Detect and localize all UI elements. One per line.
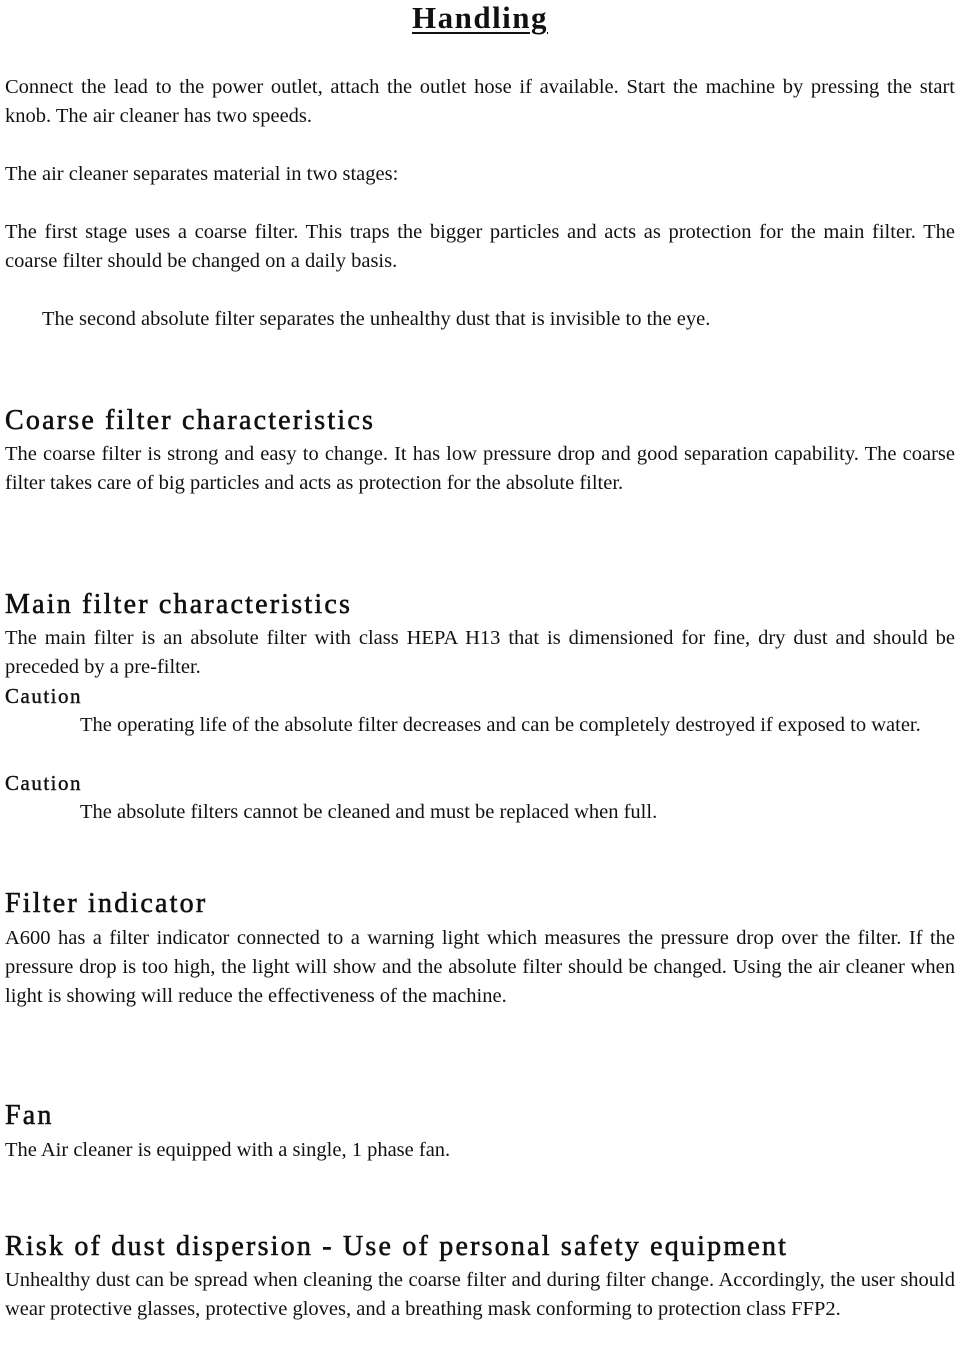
main-filter-heading: Main filter characteristics xyxy=(5,589,353,621)
caution-text: The absolute filters cannot be cleaned a… xyxy=(80,801,658,823)
fan-text: The Air cleaner is equipped with a singl… xyxy=(5,1139,451,1161)
caution-label: Caution xyxy=(5,771,82,795)
filter-indicator-heading: Filter indicator xyxy=(5,888,208,920)
intro-paragraph: Connect the lead to the power outlet, at… xyxy=(5,76,955,127)
main-filter-text: The main filter is an absolute filter wi… xyxy=(5,627,955,678)
fan-heading: Fan xyxy=(5,1100,54,1132)
filter-indicator-text: A600 has a filter indicator connected to… xyxy=(5,927,955,1007)
risk-heading: Risk of dust dispersion - Use of persona… xyxy=(5,1231,789,1263)
coarse-filter-heading: Coarse filter characteristics xyxy=(5,405,376,437)
caution-label: Caution xyxy=(5,684,82,708)
stages-intro: The air cleaner separates material in tw… xyxy=(5,163,399,185)
risk-text: Unhealthy dust can be spread when cleani… xyxy=(5,1269,955,1320)
caution-text: The operating life of the absolute filte… xyxy=(80,714,921,736)
stage-two-text: The second absolute filter separates the… xyxy=(42,308,711,330)
stage-one-text: The first stage uses a coarse filter. Th… xyxy=(5,221,955,272)
page-title: Handling xyxy=(411,0,549,35)
coarse-filter-text: The coarse filter is strong and easy to … xyxy=(5,443,955,494)
